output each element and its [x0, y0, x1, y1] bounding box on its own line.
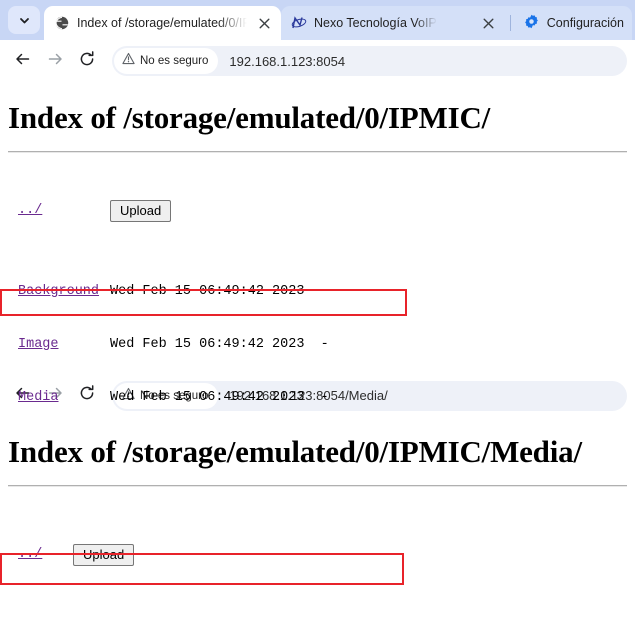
table-row: 1.mp3 Wed Feb 15 06:49:42 2023 3668726 D… — [18, 628, 627, 631]
entry-anchor-media[interactable]: Media — [18, 390, 59, 405]
configuracion-entry[interactable]: Configuración — [524, 14, 624, 32]
browser-tab-strip: Index of /storage/emulated/0/IPMIC/ Nexo… — [0, 0, 635, 40]
parent-directory-anchor-1[interactable]: ../ — [18, 203, 42, 218]
page-content-2: Index of /storage/emulated/0/IPMIC/Media… — [0, 434, 635, 631]
browser-tab-1-title: Index of /storage/emulated/0/IPMIC/ — [77, 16, 247, 30]
parent-directory-link-1[interactable]: ../ — [18, 204, 110, 218]
globe-icon — [54, 15, 70, 31]
browser-toolbar-1: No es seguro 192.168.1.123:8054 — [0, 40, 635, 82]
parent-directory-anchor-2[interactable]: ../ — [18, 547, 42, 562]
tab-divider — [509, 15, 511, 31]
entry-anchor-background[interactable]: Background — [18, 284, 99, 299]
entry-meta-background: Wed Feb 15 06:49:42 2023 - — [110, 283, 329, 299]
entry-link-media[interactable]: Media — [18, 391, 110, 405]
security-badge-1[interactable]: No es seguro — [114, 48, 219, 74]
reload-button[interactable] — [72, 46, 102, 76]
entry-anchor-image[interactable]: Image — [18, 337, 59, 352]
entry-link-image[interactable]: Image — [18, 338, 110, 352]
back-button[interactable] — [8, 46, 38, 76]
gear-icon — [524, 14, 539, 32]
upload-button-2[interactable]: Upload — [73, 543, 135, 567]
parent-directory-link-2[interactable]: ../ — [18, 548, 73, 562]
table-row: Background Wed Feb 15 06:49:42 2023 - — [18, 279, 627, 305]
page-divider-2 — [8, 485, 627, 487]
forward-button[interactable] — [40, 46, 70, 76]
page-title-1: Index of /storage/emulated/0/IPMIC/ — [8, 100, 491, 135]
browser-tab-1[interactable]: Index of /storage/emulated/0/IPMIC/ — [44, 6, 281, 40]
chevron-down-icon — [18, 14, 31, 27]
table-row: Media Wed Feb 15 06:49:42 2023 - — [18, 385, 627, 411]
entry-meta-media: Wed Feb 15 06:49:42 2023 - — [110, 389, 329, 405]
configuracion-label: Configuración — [546, 16, 624, 30]
browser-tab-2-title: Nexo Tecnología VoIP — [314, 16, 437, 30]
table-row: Image Wed Feb 15 06:49:42 2023 - — [18, 332, 627, 358]
warning-triangle-icon — [122, 52, 135, 70]
browser-tab-2[interactable]: Nexo Tecnología VoIP Configuración — [281, 6, 632, 40]
nexo-logo-icon — [291, 15, 307, 31]
parent-directory-row-1: ../ Upload — [18, 198, 627, 224]
directory-listing-2: ../ Upload 1.mp3 Wed Feb 15 06:49:42 202… — [8, 515, 627, 631]
reload-icon — [78, 50, 96, 73]
page-title-2: Index of /storage/emulated/0/IPMIC/Media… — [8, 434, 582, 469]
close-icon[interactable] — [256, 15, 273, 32]
address-bar-1[interactable]: No es seguro 192.168.1.123:8054 — [112, 46, 627, 76]
arrow-right-icon — [46, 50, 64, 73]
page-content-1: Index of /storage/emulated/0/IPMIC/ ../ … — [0, 100, 635, 457]
parent-directory-row-2: ../ Upload — [18, 542, 627, 568]
arrow-left-icon — [14, 50, 32, 73]
address-bar-1-url: 192.168.1.123:8054 — [229, 53, 346, 69]
upload-button-1[interactable]: Upload — [110, 199, 172, 223]
page-divider-1 — [8, 151, 627, 153]
tab-search-button[interactable] — [8, 6, 40, 34]
security-label-1: No es seguro — [140, 55, 209, 67]
close-icon[interactable] — [480, 15, 497, 32]
entry-link-background[interactable]: Background — [18, 285, 110, 299]
entry-meta-image: Wed Feb 15 06:49:42 2023 - — [110, 336, 329, 352]
